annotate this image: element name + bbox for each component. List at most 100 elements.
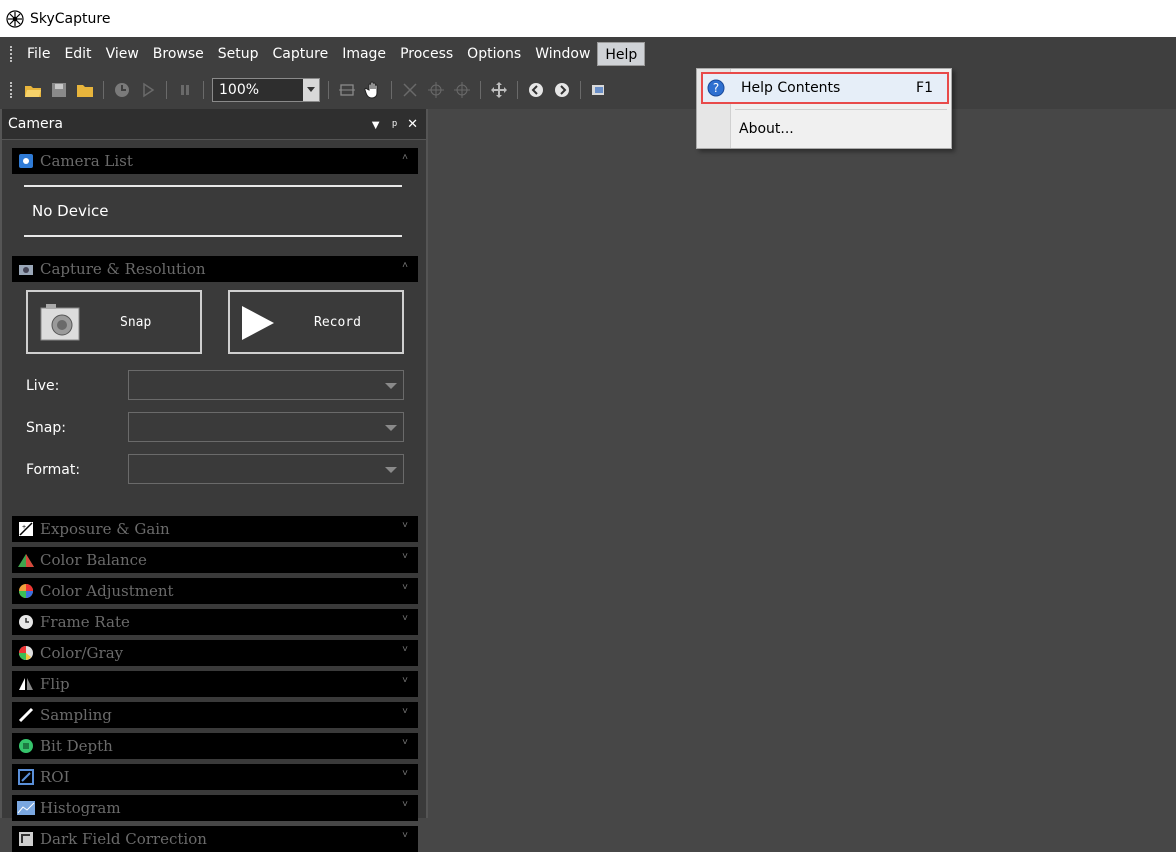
chevron-down-icon[interactable]: ˅ [402, 799, 408, 810]
chevron-down-icon[interactable]: ˅ [402, 830, 408, 841]
open-folder-icon[interactable] [23, 80, 43, 100]
section-label: Bit Depth [40, 737, 113, 755]
section-color-adjustment[interactable]: Color Adjustment ˅ [12, 578, 418, 604]
no-device-text[interactable]: No Device [32, 202, 108, 220]
section-label: Dark Field Correction [40, 830, 207, 848]
section-roi[interactable]: ROI ˅ [12, 764, 418, 790]
snap-label: Snap [120, 314, 152, 330]
play-icon[interactable] [138, 80, 158, 100]
record-button[interactable]: Record [228, 290, 404, 354]
live-resolution-select[interactable] [128, 370, 404, 400]
chevron-down-icon [385, 467, 397, 473]
menu-capture[interactable]: Capture [266, 42, 336, 66]
batch-icon[interactable] [589, 80, 609, 100]
menu-separator [735, 109, 947, 110]
folder-icon[interactable] [75, 80, 95, 100]
window-title: SkyCapture [30, 10, 111, 27]
chevron-up-icon[interactable]: ˄ [402, 152, 408, 163]
snap-camera-icon [40, 304, 80, 341]
section-histogram[interactable]: Histogram ˅ [12, 795, 418, 821]
section-label: ROI [40, 768, 70, 786]
close-icon[interactable]: ✕ [407, 116, 418, 132]
target-icon[interactable] [426, 80, 446, 100]
section-bit-depth[interactable]: Bit Depth ˅ [12, 733, 418, 759]
toolbar-grip[interactable] [10, 82, 14, 98]
help-icon: ? [703, 79, 729, 97]
section-dark-field-correction[interactable]: Dark Field Correction ˅ [12, 826, 418, 852]
prev-icon[interactable] [526, 80, 546, 100]
bit-depth-icon [16, 736, 36, 756]
chevron-down-icon[interactable]: ˅ [402, 737, 408, 748]
menu-view[interactable]: View [99, 42, 146, 66]
menu-edit[interactable]: Edit [57, 42, 98, 66]
format-select[interactable] [128, 454, 404, 484]
sampling-icon [16, 705, 36, 725]
help-contents-label: Help Contents [741, 80, 841, 96]
pause-icon[interactable] [175, 80, 195, 100]
menu-options[interactable]: Options [460, 42, 528, 66]
chevron-up-icon[interactable]: ˄ [402, 260, 408, 271]
snap-res-label: Snap: [26, 420, 66, 436]
move-icon[interactable] [489, 80, 509, 100]
snap-button[interactable]: Snap [26, 290, 202, 354]
chevron-down-icon[interactable] [303, 79, 319, 101]
menu-setup[interactable]: Setup [211, 42, 266, 66]
section-label: Frame Rate [40, 613, 130, 631]
histogram-icon [16, 798, 36, 818]
target2-icon[interactable] [452, 80, 472, 100]
menu-item-about[interactable]: About... [701, 113, 949, 145]
toolbar: 100% [0, 71, 1176, 109]
section-sampling[interactable]: Sampling ˅ [12, 702, 418, 728]
snap-resolution-select[interactable] [128, 412, 404, 442]
color-gray-icon [16, 643, 36, 663]
toolbar-separator [166, 81, 167, 99]
section-camera-list[interactable]: Camera List ˄ [12, 148, 418, 174]
menu-file[interactable]: File [20, 42, 57, 66]
help-contents-shortcut: F1 [916, 80, 933, 96]
section-label: Histogram [40, 799, 121, 817]
format-label: Format: [26, 462, 81, 478]
rect-select-icon[interactable] [337, 80, 357, 100]
section-flip[interactable]: Flip ˅ [12, 671, 418, 697]
clock-icon [16, 612, 36, 632]
menu-help[interactable]: Help [597, 42, 646, 66]
chevron-down-icon[interactable]: ˅ [402, 768, 408, 779]
capture-body: Snap Record Live: Snap: Format: [12, 282, 418, 510]
chevron-down-icon[interactable]: ˅ [402, 644, 408, 655]
menubar-grip[interactable] [10, 46, 14, 62]
zoom-value: 100% [219, 82, 260, 98]
section-frame-rate[interactable]: Frame Rate ˅ [12, 609, 418, 635]
menu-window[interactable]: Window [528, 42, 597, 66]
dark-field-icon [16, 829, 36, 849]
menu-process[interactable]: Process [393, 42, 460, 66]
section-label: Exposure & Gain [40, 520, 170, 538]
zoom-combo[interactable]: 100% [212, 78, 320, 102]
section-label: Flip [40, 675, 70, 693]
save-icon[interactable] [49, 80, 69, 100]
color-wheel-icon [16, 581, 36, 601]
section-exposure-gain[interactable]: + Exposure & Gain ˅ [12, 516, 418, 542]
menu-image[interactable]: Image [335, 42, 393, 66]
menu-browse[interactable]: Browse [146, 42, 211, 66]
play-icon [242, 306, 274, 340]
chevron-down-icon[interactable]: ˅ [402, 613, 408, 624]
section-color-gray[interactable]: Color/Gray ˅ [12, 640, 418, 666]
chevron-down-icon[interactable]: ˅ [402, 675, 408, 686]
chevron-down-icon[interactable]: ˅ [402, 520, 408, 531]
timer-icon[interactable] [112, 80, 132, 100]
toolbar-separator [391, 81, 392, 99]
dropdown-arrow-icon[interactable]: ▼ [369, 117, 382, 132]
section-color-balance[interactable]: Color Balance ˅ [12, 547, 418, 573]
cross-icon[interactable] [400, 80, 420, 100]
menu-item-help-contents[interactable]: ? Help Contents F1 [701, 72, 949, 104]
camera-list-icon [16, 151, 36, 171]
pin-icon[interactable]: ᵖ [392, 117, 397, 132]
collapsed-sections: + Exposure & Gain ˅ Color Balance ˅ Color Adj… [2, 516, 426, 852]
hand-icon[interactable] [363, 80, 383, 100]
chevron-down-icon[interactable]: ˅ [402, 582, 408, 593]
chevron-down-icon[interactable]: ˅ [402, 706, 408, 717]
camera-icon [16, 259, 36, 279]
chevron-down-icon[interactable]: ˅ [402, 551, 408, 562]
section-capture-resolution[interactable]: Capture & Resolution ˄ [12, 256, 418, 282]
next-icon[interactable] [552, 80, 572, 100]
